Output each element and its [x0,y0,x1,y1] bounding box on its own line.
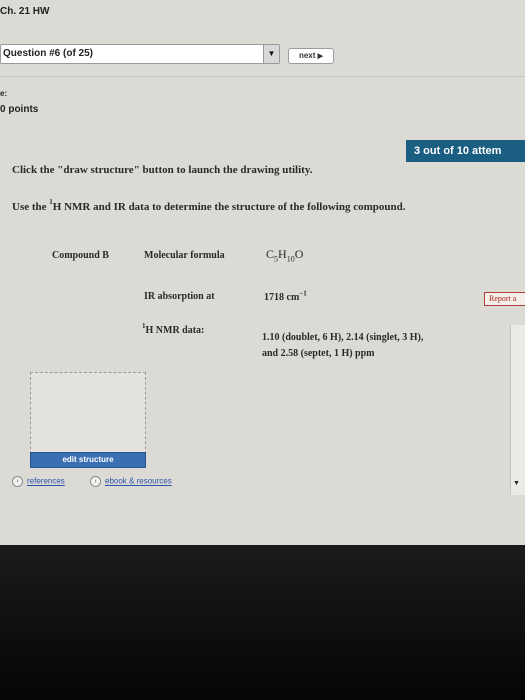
expand-circle-icon: › [90,476,101,487]
attempts-badge: 3 out of 10 attem [406,140,525,162]
question-dropdown[interactable]: Question #6 (of 25) ▼ [0,44,280,64]
ebook-link-label: ebook & resources [105,476,172,486]
play-arrow-icon: ▶ [317,53,324,60]
ir-value: 1718 cm−1 [264,289,307,303]
instruction-prefix: Use the [12,201,50,213]
monitor-bezel [0,545,525,700]
formula-c: C [266,247,275,261]
sidebar-label: e: [0,89,8,98]
report-button[interactable]: Report a [484,292,525,306]
scroll-down-icon[interactable]: ▼ [513,480,520,487]
header-divider [0,76,525,77]
instruction-sup: 1 [49,198,53,207]
nmr-label-text: H NMR data: [145,325,205,336]
molecular-formula-label: Molecular formula [144,250,225,261]
points-value: 0 points [0,104,39,115]
references-link-label: references [27,476,65,486]
ir-value-text: 1718 cm [264,292,300,303]
ir-value-sup: −1 [299,289,307,298]
instruction-suffix: H NMR and IR data to determine the struc… [52,201,406,213]
formula-h: H [278,247,287,261]
instruction-determine: Use the 1H NMR and IR data to determine … [12,198,406,213]
structure-drawing-area[interactable] [30,372,146,454]
references-link[interactable]: › references [12,476,65,487]
molecular-formula: C5H10O [266,247,304,264]
instruction-draw: Click the "draw structure" button to lau… [12,164,313,176]
nmr-data-line-2: and 2.58 (septet, 1 H) ppm [262,348,375,359]
nmr-label: 1H NMR data: [142,321,205,336]
nmr-data-line-1: 1.10 (doublet, 6 H), 2.14 (singlet, 3 H)… [262,332,424,343]
question-dropdown-value: Question #6 (of 25) [3,48,94,59]
assignment-title: Ch. 21 HW [0,6,50,17]
browser-screen: Ch. 21 HW Question #6 (of 25) ▼ next ▶ e… [0,0,525,545]
nmr-label-sup: 1 [142,321,146,330]
formula-o: O [294,247,304,261]
ir-label: IR absorption at [144,291,215,302]
expand-circle-icon: › [12,476,23,487]
edit-structure-button[interactable]: edit structure [30,452,146,468]
next-button-label: next [298,51,316,60]
compound-name: Compound B [52,250,109,261]
ebook-resources-link[interactable]: › ebook & resources [90,476,172,487]
next-button[interactable]: next ▶ [288,48,334,64]
chevron-down-icon[interactable]: ▼ [263,45,279,63]
formula-h-sub: 10 [286,254,295,264]
scrollbar[interactable]: ▼ [510,325,525,495]
